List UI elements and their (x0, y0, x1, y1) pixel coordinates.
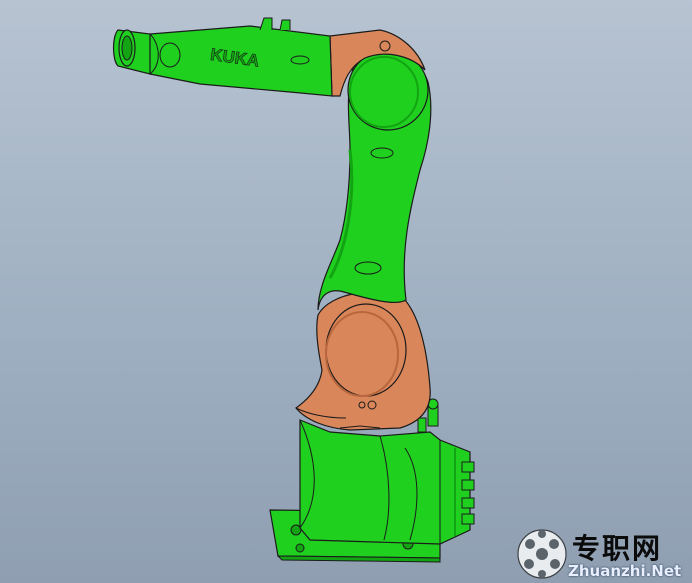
shoulder-turret (295, 291, 431, 431)
robot-arm-model[interactable]: KUKA (0, 0, 692, 583)
forearm: KUKA (138, 17, 333, 97)
cad-viewport[interactable]: KUKA 专职网 Zhuanzhi.Net (0, 0, 692, 583)
soccer-ball-icon (517, 529, 567, 579)
wrist-flange (112, 29, 151, 75)
watermark-chinese-text: 专职网 (572, 532, 663, 565)
watermark-url-text: Zhuanzhi.Net (568, 562, 682, 580)
